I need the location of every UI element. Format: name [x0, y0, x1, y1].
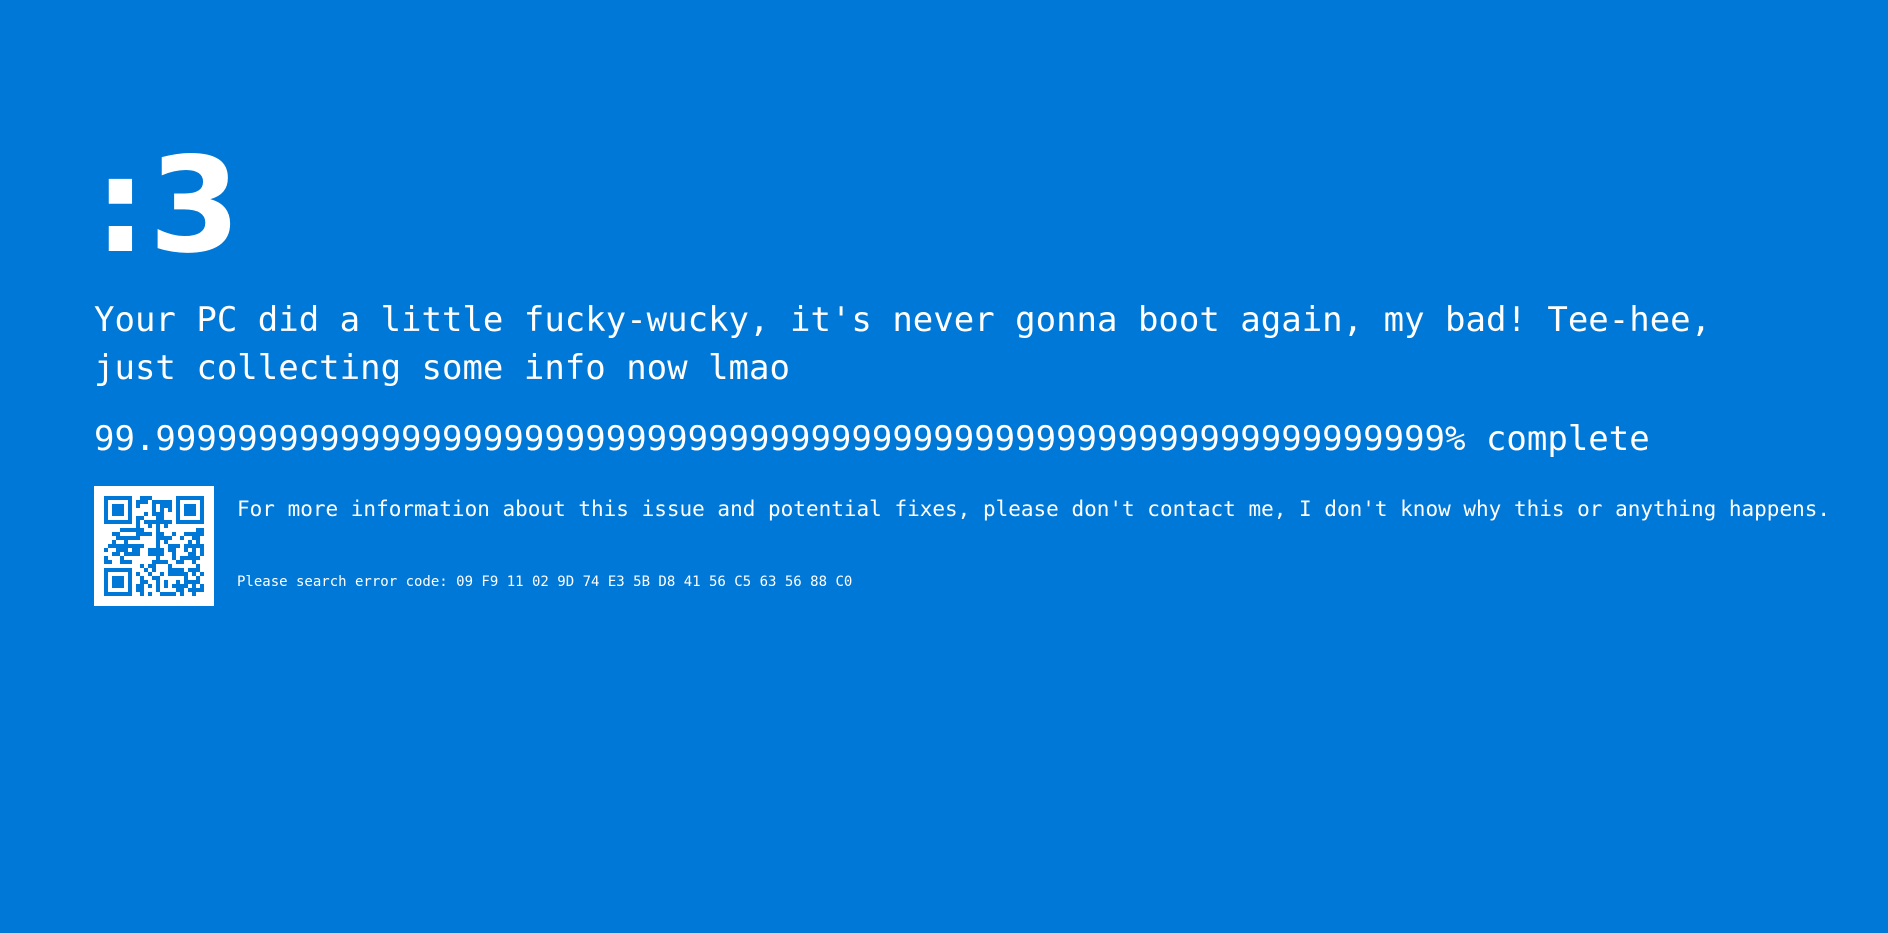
more-info-text: For more information about this issue an… [237, 497, 1831, 521]
blue-screen: :3 Your PC did a little fucky-wucky, it'… [0, 0, 1888, 933]
error-content: :3 Your PC did a little fucky-wucky, it'… [94, 129, 1830, 606]
progress-text: 99.9999999999999999999999999999999999999… [94, 419, 1650, 459]
error-code-text: Please search error code: 09 F9 11 02 9D… [237, 574, 853, 590]
info-text-block: For more information about this issue an… [237, 494, 1830, 592]
qr-code-icon [94, 486, 214, 606]
error-message: Your PC did a little fucky-wucky, it's n… [94, 300, 1712, 388]
sad-face-emoticon: :3 [94, 129, 243, 283]
info-row: For more information about this issue an… [94, 486, 1830, 606]
